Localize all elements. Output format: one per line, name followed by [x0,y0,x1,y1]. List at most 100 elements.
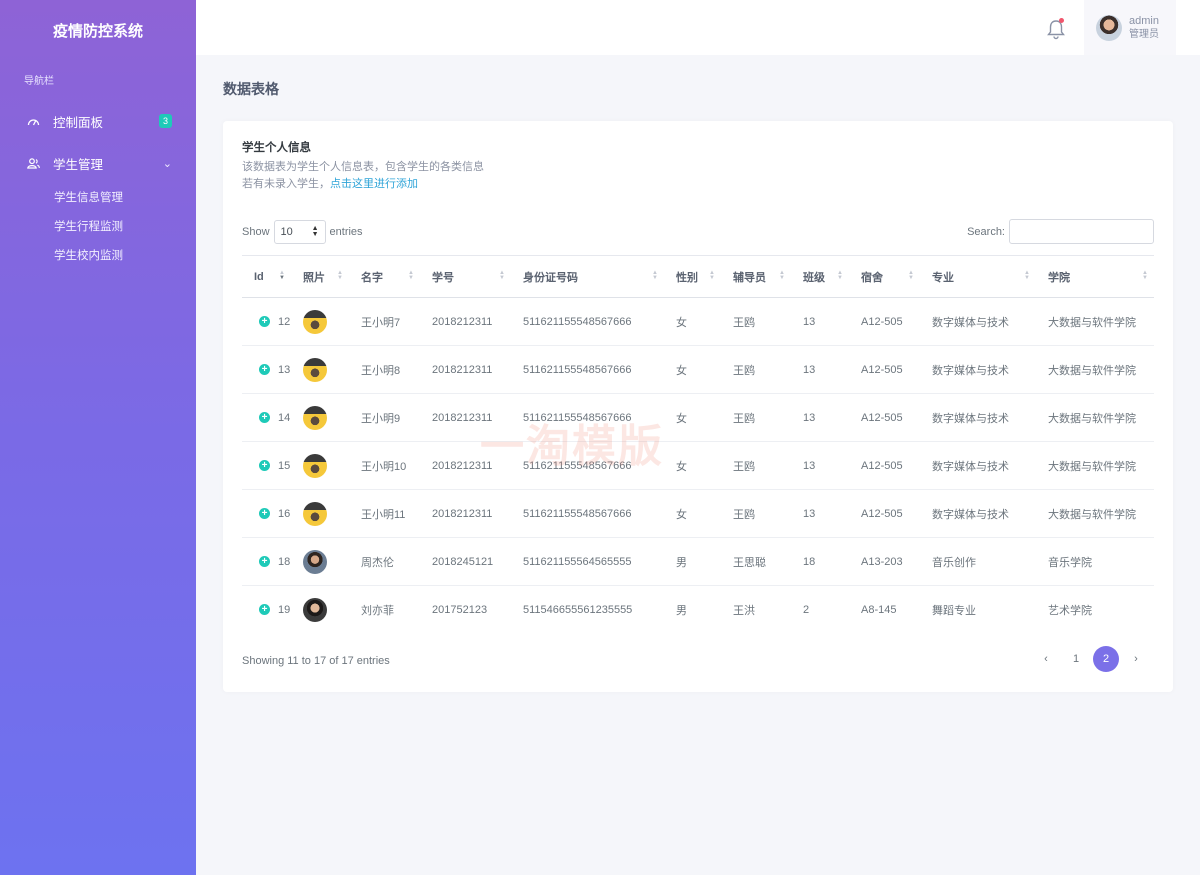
id-cell: +15 [242,442,291,490]
column-header-label: 照片 [303,272,325,284]
cell-major: 数字媒体与技术 [920,442,1036,490]
next-page-button[interactable]: › [1123,646,1149,672]
cell-name: 王小明11 [349,490,420,538]
column-header-label: 名字 [361,272,383,284]
cell-college: 大数据与软件学院 [1036,394,1154,442]
expand-row-icon[interactable]: + [259,316,270,327]
table-row[interactable]: +14王小明92018212311511621155548567666女王鸥13… [242,394,1154,442]
expand-row-icon[interactable]: + [259,412,270,423]
search-label: Search: [967,226,1005,238]
cell-college: 艺术学院 [1036,586,1154,634]
table-row[interactable]: +19刘亦菲201752123511546655561235555男王洪2A8-… [242,586,1154,634]
add-student-link[interactable]: 点击这里进行添加 [330,178,418,190]
cell-gender: 女 [664,346,721,394]
photo-cell [291,394,349,442]
table-row[interactable]: +15王小明102018212311511621155548567666女王鸥1… [242,442,1154,490]
cell-counselor: 王洪 [721,586,791,634]
cell-id-card: 511621155564565555 [511,538,664,586]
app-title[interactable]: 疫情防控系统 [0,0,196,60]
sort-icon: ▲▼ [408,271,414,281]
expand-row-icon[interactable]: + [259,556,270,567]
chevron-down-icon: ⌄ [163,157,172,170]
expand-row-icon[interactable]: + [259,460,270,471]
expand-row-icon[interactable]: + [259,364,270,375]
cell-gender: 女 [664,442,721,490]
sort-icon: ▲▼ [837,271,843,281]
card-description: 该数据表为学生个人信息表，包含学生的各类信息 若有未录入学生，点击这里进行添加 [242,159,484,193]
sort-icon: ▲▼ [652,271,658,281]
search-input[interactable] [1009,219,1154,244]
prev-page-button[interactable]: ‹ [1033,646,1059,672]
sidebar-item-dashboard[interactable]: 控制面板 3 [0,100,196,142]
column-header[interactable]: 宿舍▲▼ [849,256,920,298]
cell-student-no: 2018245121 [420,538,511,586]
column-header[interactable]: 身份证号码▲▼ [511,256,664,298]
cell-counselor: 王鸥 [721,298,791,346]
id-cell: +13 [242,346,291,394]
sidebar-item-label: 学生管理 [53,154,163,173]
cell-dorm: A13-203 [849,538,920,586]
id-cell: +18 [242,538,291,586]
table-row[interactable]: +16王小明112018212311511621155548567666女王鸥1… [242,490,1154,538]
cell-college: 大数据与软件学院 [1036,346,1154,394]
table-row[interactable]: +13王小明82018212311511621155548567666女王鸥13… [242,346,1154,394]
column-header[interactable]: Id▲▼ [242,256,291,298]
sort-icon: ▲▼ [709,271,715,281]
cell-college: 大数据与软件学院 [1036,490,1154,538]
column-header[interactable]: 照片▲▼ [291,256,349,298]
gauge-icon [26,114,40,128]
cell-major: 音乐创作 [920,538,1036,586]
expand-row-icon[interactable]: + [259,604,270,615]
sort-icon: ▲▼ [1024,271,1030,281]
sidebar-subitem-student-campus[interactable]: 学生校内监测 [0,242,196,271]
column-header[interactable]: 辅导员▲▼ [721,256,791,298]
column-header-label: 学号 [432,272,454,284]
table-row[interactable]: +18周杰伦2018245121511621155564565555男王思聪18… [242,538,1154,586]
cell-id: 13 [278,364,290,376]
column-header[interactable]: 名字 ▲▼ [349,256,420,298]
sidebar-subitem-student-travel[interactable]: 学生行程监测 [0,213,196,242]
column-header[interactable]: 性别▲▼ [664,256,721,298]
entries-value: 10 [281,226,293,238]
expand-row-icon[interactable]: + [259,508,270,519]
cell-student-no: 2018212311 [420,298,511,346]
column-header[interactable]: 专业 ▲▼ [920,256,1036,298]
cell-class: 18 [791,538,849,586]
column-header[interactable]: 学院▲▼ [1036,256,1154,298]
cell-id-card: 511546655561235555 [511,586,664,634]
photo-cell [291,298,349,346]
sort-icon: ▲▼ [908,271,914,281]
user-name: admin [1129,15,1159,28]
column-header-label: 专业 [932,272,954,284]
entries-select[interactable]: 10 ▲▼ [274,220,326,244]
student-photo [303,310,327,334]
cell-id-card: 511621155548567666 [511,442,664,490]
column-header[interactable]: 班级▲▼ [791,256,849,298]
search-control: Search: [967,219,1154,244]
user-menu[interactable]: admin 管理员 [1084,0,1176,55]
data-card: 学生个人信息 该数据表为学生个人信息表，包含学生的各类信息 若有未录入学生，点击… [223,121,1173,692]
topbar: admin 管理员 [196,0,1200,55]
entries-label: entries [330,226,363,238]
page-button-active[interactable]: 2 [1093,646,1119,672]
cell-gender: 男 [664,586,721,634]
cell-major: 数字媒体与技术 [920,490,1036,538]
cell-name: 刘亦菲 [349,586,420,634]
entries-length-control: Show 10 ▲▼ entries [242,220,363,244]
cell-name: 王小明9 [349,394,420,442]
student-photo [303,502,327,526]
card-desc-line: 该数据表为学生个人信息表，包含学生的各类信息 [242,159,484,176]
avatar [1096,15,1122,41]
cell-id: 19 [278,604,290,616]
select-arrows-icon: ▲▼ [312,226,319,238]
bell-icon[interactable] [1046,18,1066,40]
sidebar-subitem-student-info[interactable]: 学生信息管理 [0,184,196,213]
table-row[interactable]: +12王小明72018212311511621155548567666女王鸥13… [242,298,1154,346]
cell-class: 13 [791,298,849,346]
column-header[interactable]: 学号▲▼ [420,256,511,298]
cell-name: 王小明7 [349,298,420,346]
page-button[interactable]: 1 [1063,646,1089,672]
photo-cell [291,490,349,538]
cell-name: 王小明8 [349,346,420,394]
sidebar-item-student-management[interactable]: 学生管理 ⌄ [0,142,196,184]
